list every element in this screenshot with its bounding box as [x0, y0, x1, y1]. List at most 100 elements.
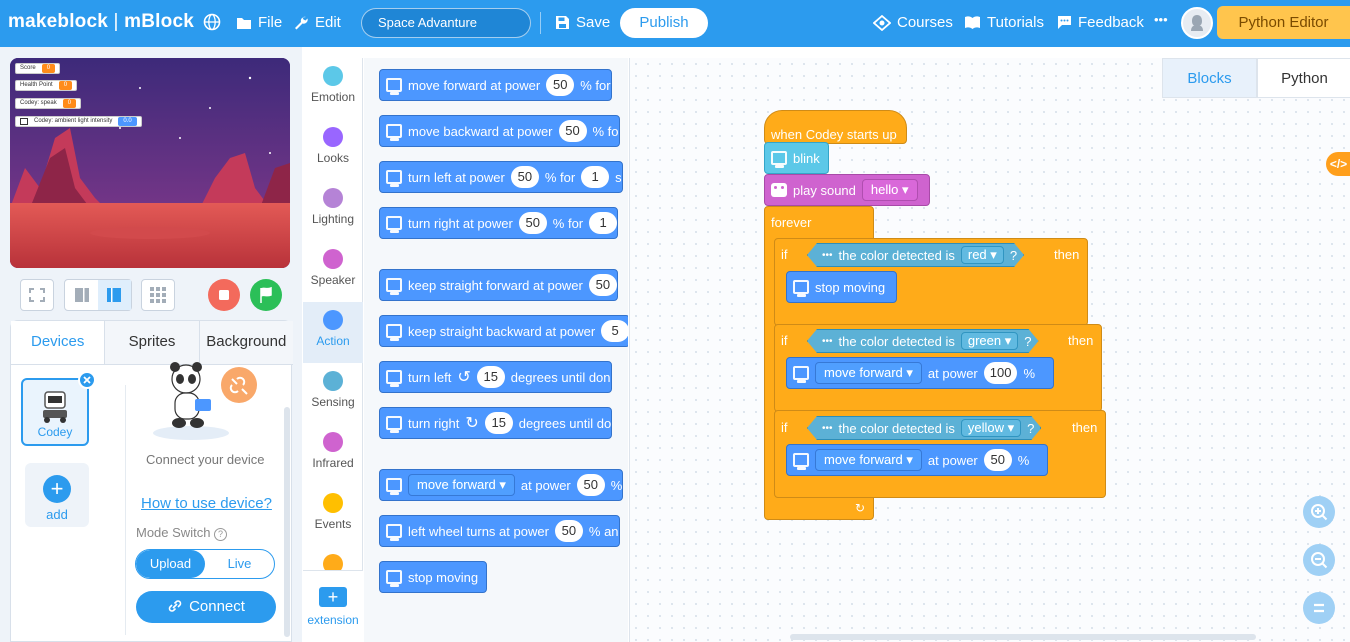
project-name-input[interactable]: Space Advanture: [361, 8, 531, 38]
device-panel-scrollbar[interactable]: [284, 407, 290, 637]
direction-dropdown[interactable]: move forward ▾: [815, 362, 922, 384]
workspace-scrollbar[interactable]: [790, 634, 1256, 640]
direction-dropdown[interactable]: move forward ▾: [408, 474, 515, 496]
codey-icon: [20, 118, 28, 125]
more-menu[interactable]: •••: [1154, 12, 1168, 27]
color-condition[interactable]: ••• the color detected is green ▾?: [807, 329, 1039, 353]
device-panel: Devices Sprites Background Codey + add C…: [10, 320, 293, 642]
category-sensing[interactable]: Sensing: [303, 363, 363, 424]
zoom-reset-button[interactable]: [1303, 592, 1335, 624]
link-icon: [168, 600, 182, 612]
rotate-left-icon: ↺: [457, 369, 471, 386]
codey-block-icon: [386, 78, 402, 95]
then-label: then: [1068, 333, 1094, 348]
help-icon[interactable]: ?: [214, 528, 228, 541]
palette-block[interactable]: left wheel turns at power 50% an: [379, 515, 620, 547]
color-condition[interactable]: ••• the color detected is yellow ▾?: [807, 416, 1041, 440]
direction-dropdown[interactable]: move forward ▾: [815, 449, 922, 471]
color-dropdown[interactable]: red ▾: [961, 246, 1004, 264]
codey-block-icon: [793, 453, 809, 470]
fullscreen-button[interactable]: [20, 279, 54, 311]
category-infrared[interactable]: Infrared: [303, 424, 363, 485]
codey-block-icon: [793, 280, 809, 297]
extension-button[interactable]: + extension: [303, 570, 363, 642]
courses-icon: [873, 14, 891, 31]
device-card-codey[interactable]: Codey: [21, 371, 96, 446]
feedback-icon: [1058, 16, 1071, 29]
block-palette: move forward at power 50% for move backwa…: [364, 58, 628, 642]
category-lighting[interactable]: Lighting: [303, 180, 363, 241]
upload-mode-button[interactable]: Upload: [136, 550, 205, 578]
play-sound-block[interactable]: play sound hello ▾: [764, 174, 930, 206]
category-speaker[interactable]: Speaker: [303, 241, 363, 302]
tab-blocks[interactable]: Blocks: [1162, 58, 1257, 98]
file-menu[interactable]: File: [236, 14, 282, 31]
color-dropdown[interactable]: yellow ▾: [961, 419, 1021, 437]
add-device-button[interactable]: + add: [25, 463, 89, 527]
color-sensor-icon: •••: [822, 335, 833, 347]
color-dropdown[interactable]: green ▾: [961, 332, 1018, 350]
palette-block[interactable]: turn right ↻ 15 degrees until do: [379, 407, 613, 439]
move-block[interactable]: move forward ▾ at power 50%: [786, 444, 1048, 476]
palette-block[interactable]: move forward at power 50% for: [379, 69, 612, 101]
mode-switch-toggle: Upload Live: [135, 549, 275, 579]
color-condition[interactable]: ••• the color detected is red ▾?: [807, 243, 1024, 267]
zoom-out-button[interactable]: [1303, 544, 1335, 576]
remove-device-button[interactable]: [78, 371, 96, 389]
feedback-link[interactable]: Feedback: [1057, 14, 1144, 31]
category-events[interactable]: Events: [303, 485, 363, 546]
tutorials-link[interactable]: Tutorials: [964, 14, 1044, 31]
live-mode-button[interactable]: Live: [205, 550, 274, 578]
editor-mode-tabs: Blocks Python: [1162, 58, 1350, 98]
tab-background[interactable]: Background: [199, 321, 293, 364]
palette-block[interactable]: turn left at power 50% for 1 s: [379, 161, 623, 193]
publish-button[interactable]: Publish: [620, 8, 708, 38]
palette-block[interactable]: move forward ▾ at power 50%: [379, 469, 624, 501]
move-block[interactable]: move forward ▾ at power 100%: [786, 357, 1054, 389]
courses-link[interactable]: Courses: [873, 14, 953, 31]
code-view-toggle[interactable]: </>: [1326, 152, 1350, 176]
stage[interactable]: Score 0 Health Point 0 Codey: speak 0 Codey…: [10, 58, 290, 268]
tab-sprites[interactable]: Sprites: [105, 321, 200, 364]
stop-moving-block[interactable]: stop moving: [786, 271, 897, 303]
if-label: if: [781, 247, 788, 262]
events-dot-icon: [323, 493, 343, 513]
category-looks[interactable]: Looks: [303, 119, 363, 180]
edit-menu[interactable]: Edit: [293, 14, 341, 31]
palette-block[interactable]: turn left ↺ 15 degrees until don: [379, 361, 612, 393]
color-sensor-icon: •••: [822, 249, 833, 261]
save-button[interactable]: Save: [555, 14, 610, 31]
stage-size-toggle[interactable]: [64, 279, 132, 311]
blink-block[interactable]: blink: [764, 142, 829, 174]
lighting-dot-icon: [323, 188, 343, 208]
rotate-right-icon: ↻: [465, 415, 479, 432]
tab-python[interactable]: Python: [1257, 58, 1350, 98]
when-codey-starts-block[interactable]: when Codey starts up: [764, 110, 907, 144]
connect-button[interactable]: Connect: [136, 591, 276, 623]
category-control[interactable]: [303, 546, 363, 570]
palette-block[interactable]: move backward at power 50% fo: [379, 115, 620, 147]
green-flag-button[interactable]: [250, 279, 282, 311]
globe-icon[interactable]: [203, 13, 221, 31]
left-panel: Score 0 Health Point 0 Codey: speak 0 Codey…: [0, 47, 302, 642]
zoom-in-button[interactable]: [1303, 496, 1335, 528]
grid-view-button[interactable]: [141, 279, 175, 311]
flag-icon: [260, 286, 272, 303]
python-editor-button[interactable]: Python Editor: [1217, 6, 1350, 39]
stop-button[interactable]: [208, 279, 240, 311]
category-action[interactable]: Action: [303, 302, 363, 363]
tab-devices[interactable]: Devices: [11, 321, 106, 364]
category-emotion[interactable]: Emotion: [303, 58, 363, 119]
palette-block[interactable]: keep straight forward at power 50: [379, 269, 618, 301]
palette-block[interactable]: stop moving: [379, 561, 488, 593]
codey-block-icon: [793, 366, 809, 383]
looks-dot-icon: [323, 127, 343, 147]
palette-block[interactable]: keep straight backward at power 5: [379, 315, 628, 347]
grid-icon: [150, 287, 166, 303]
script-workspace[interactable]: Blocks Python when Codey starts up blink…: [629, 58, 1350, 642]
avatar[interactable]: [1181, 7, 1213, 39]
speaker-dot-icon: [323, 249, 343, 269]
how-to-use-device-link[interactable]: How to use device?: [141, 495, 272, 512]
palette-block[interactable]: turn right at power 50% for 1: [379, 207, 619, 239]
sound-dropdown[interactable]: hello ▾: [861, 179, 918, 201]
